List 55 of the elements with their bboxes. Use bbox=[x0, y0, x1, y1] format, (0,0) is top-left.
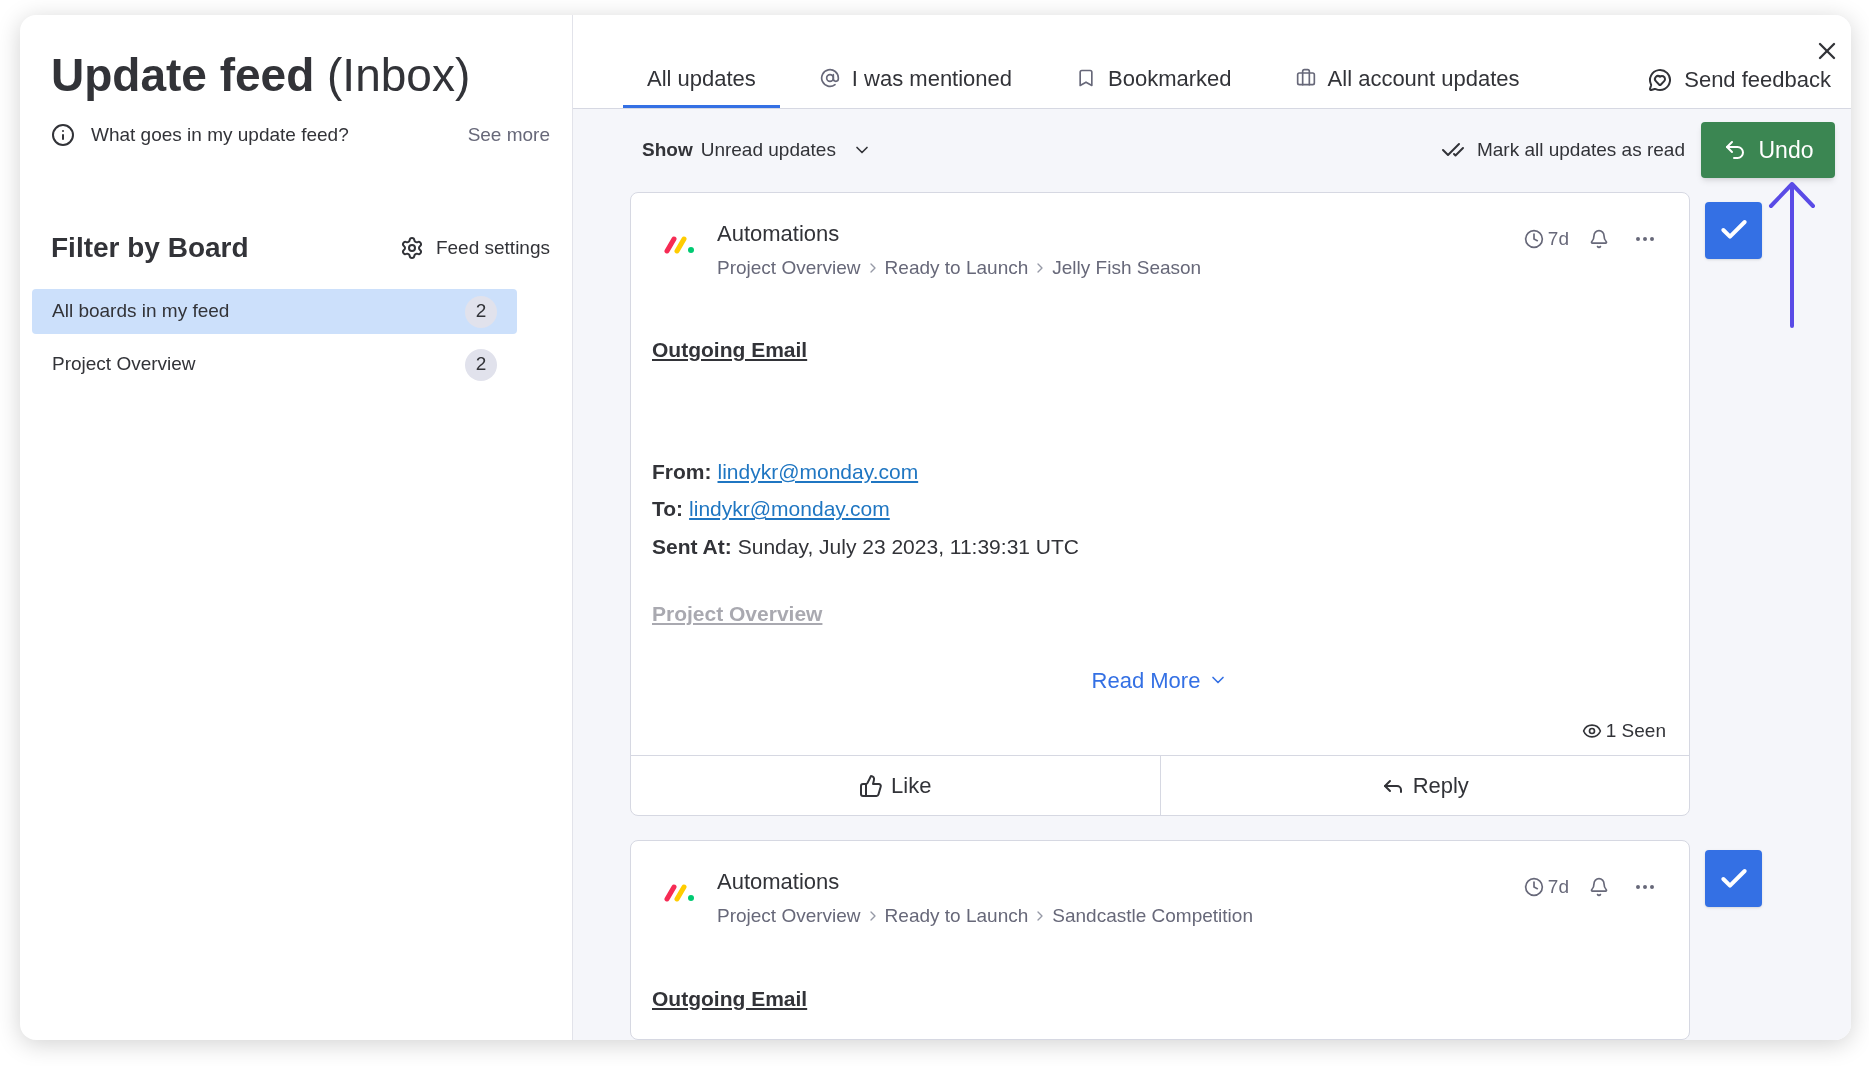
mark-read-checkbox[interactable] bbox=[1705, 850, 1762, 907]
seen-count: 1 Seen bbox=[1605, 718, 1666, 743]
board-name: All boards in my feed bbox=[52, 299, 231, 324]
mark-all-read-button[interactable]: Mark all updates as read bbox=[1440, 135, 1685, 165]
briefcase-icon bbox=[1295, 68, 1316, 89]
email-heading: Outgoing Email bbox=[652, 985, 808, 1012]
read-more-button[interactable]: Read More bbox=[1091, 663, 1229, 697]
show-dropdown[interactable]: Unread updates bbox=[700, 135, 872, 165]
breadcrumb-link[interactable]: Project Overview bbox=[717, 253, 861, 282]
board-filter-item[interactable]: All boards in my feed 2 bbox=[32, 289, 517, 334]
breadcrumb-link[interactable]: Project Overview bbox=[717, 902, 861, 931]
settings-icon bbox=[399, 236, 424, 260]
tab[interactable]: Bookmarked bbox=[1052, 51, 1256, 108]
age-text: 7d bbox=[1547, 875, 1569, 899]
count-badge: 2 bbox=[465, 348, 497, 381]
board-filter-item[interactable]: Project Overview 2 bbox=[32, 342, 517, 387]
feed-settings-button[interactable]: Feed settings bbox=[399, 233, 550, 263]
feedback-icon bbox=[1648, 67, 1673, 92]
email-link[interactable]: lindykr@monday.com bbox=[717, 455, 919, 487]
breadcrumb-link[interactable]: Jelly Fish Season bbox=[1052, 253, 1202, 282]
breadcrumb-link[interactable]: Sandcastle Competition bbox=[1052, 902, 1253, 931]
thumbs-up-icon bbox=[859, 773, 884, 798]
mark-read-checkbox[interactable] bbox=[1705, 201, 1762, 259]
author-name: Automations bbox=[717, 868, 841, 896]
clock-icon bbox=[1523, 877, 1544, 898]
filter-title: Filter by Board bbox=[51, 231, 250, 265]
info-icon bbox=[51, 122, 75, 147]
logo-icon bbox=[663, 881, 697, 903]
see-more-link[interactable]: See more bbox=[467, 120, 550, 149]
info-text: What goes in my update feed? bbox=[91, 122, 350, 147]
field-value: Sunday, July 23 2023, 11:39:31 UTC bbox=[737, 533, 1079, 560]
field-label: From: bbox=[652, 458, 712, 485]
count-badge: 2 bbox=[465, 295, 497, 328]
like-button[interactable]: Like bbox=[631, 756, 1161, 815]
page-title: Update feed (Inbox) bbox=[51, 48, 472, 103]
tab[interactable]: All account updates bbox=[1271, 51, 1544, 108]
age-text: 7d bbox=[1547, 226, 1569, 251]
email-link[interactable]: lindykr@monday.com bbox=[689, 493, 890, 525]
field-label: Sent At: bbox=[652, 533, 732, 560]
breadcrumb-link[interactable]: Ready to Launch bbox=[884, 253, 1029, 282]
email-heading: Outgoing Email bbox=[652, 337, 808, 363]
breadcrumb-link[interactable]: Ready to Launch bbox=[884, 902, 1029, 931]
bell-icon[interactable] bbox=[1589, 228, 1609, 249]
bell-icon[interactable] bbox=[1589, 877, 1609, 898]
at-sign-icon bbox=[819, 68, 840, 89]
send-feedback-button[interactable]: Send feedback bbox=[1648, 51, 1831, 108]
author-name: Automations bbox=[717, 219, 841, 248]
reply-button[interactable]: Reply bbox=[1160, 756, 1689, 815]
clock-icon bbox=[1523, 228, 1544, 249]
tab[interactable]: I was mentioned bbox=[795, 51, 1037, 108]
tab[interactable]: All updates bbox=[623, 51, 780, 108]
undo-button[interactable]: Undo bbox=[1701, 122, 1835, 179]
field-label: To: bbox=[652, 496, 684, 522]
board-name: Project Overview bbox=[52, 352, 197, 377]
show-label: Show bbox=[642, 137, 693, 162]
